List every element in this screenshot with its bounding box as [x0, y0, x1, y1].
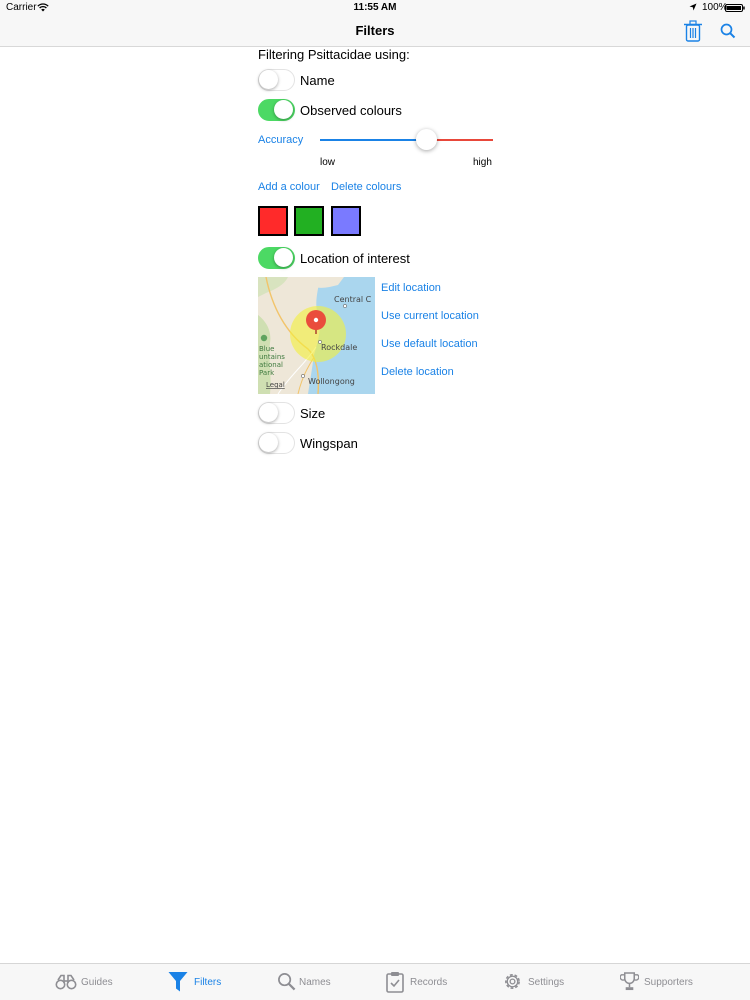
funnel-icon	[168, 972, 188, 992]
delete-location-link[interactable]: Delete location	[381, 366, 454, 378]
wingspan-filter-switch[interactable]	[258, 432, 295, 454]
tab-guides[interactable]: Guides	[55, 973, 125, 995]
accuracy-high-label: high	[473, 157, 492, 168]
tab-label: Supporters	[644, 977, 693, 988]
tab-supporters[interactable]: Supporters	[620, 971, 700, 995]
name-filter-label: Name	[300, 73, 335, 88]
location-arrow-icon	[689, 3, 697, 11]
binoculars-icon	[55, 974, 77, 990]
battery-icon	[725, 4, 745, 12]
map-label-central: Central C	[334, 295, 372, 304]
switch-knob	[259, 433, 278, 452]
tab-label: Guides	[81, 977, 113, 988]
tab-filters[interactable]: Filters	[168, 971, 228, 995]
map-label-park-3: ational	[259, 361, 283, 369]
tab-bar: Guides Filters Names Records Settings Su…	[0, 963, 750, 1000]
size-filter-switch[interactable]	[258, 402, 295, 424]
nav-bar: Filters	[0, 16, 750, 47]
filter-heading: Filtering Psittacidae using:	[258, 47, 410, 62]
switch-knob	[259, 70, 278, 89]
map-label-park-4: Park	[259, 369, 275, 377]
clipboard-icon	[386, 972, 404, 993]
location-map[interactable]: Central C Rockdale Wollongong Blue untai…	[258, 277, 375, 394]
add-colour-link[interactable]: Add a colour	[258, 181, 320, 193]
colours-filter-switch[interactable]	[258, 99, 295, 121]
tab-names[interactable]: Names	[277, 972, 337, 994]
search-icon	[720, 23, 736, 39]
location-filter-toggle-row[interactable]: Location of interest	[258, 247, 498, 271]
accuracy-slider[interactable]	[320, 128, 493, 152]
tab-records[interactable]: Records	[386, 971, 456, 995]
tab-label: Settings	[528, 977, 565, 988]
map-legal-link[interactable]: Legal	[266, 381, 285, 389]
location-filter-label: Location of interest	[300, 251, 410, 266]
name-filter-switch[interactable]	[258, 69, 295, 91]
location-filter-switch[interactable]	[258, 247, 295, 269]
map-label-park-2: untains	[259, 353, 285, 361]
map-label-rockdale: Rockdale	[321, 343, 357, 352]
use-current-location-link[interactable]: Use current location	[381, 310, 479, 322]
page-title: Filters	[355, 23, 395, 38]
colour-swatch-red[interactable]	[258, 206, 288, 236]
trophy-icon	[620, 972, 639, 991]
switch-knob	[259, 403, 278, 422]
gear-icon	[505, 974, 520, 989]
colours-filter-toggle-row[interactable]: Observed colours	[258, 99, 498, 123]
status-time: 11:55 AM	[353, 2, 397, 13]
size-filter-label: Size	[300, 406, 326, 421]
edit-location-link[interactable]: Edit location	[381, 282, 441, 294]
magnifier-icon	[278, 973, 296, 991]
tab-label: Names	[299, 977, 331, 988]
map-label-wollongong: Wollongong	[308, 377, 355, 386]
trash-icon	[684, 20, 702, 42]
accuracy-low-label: low	[320, 157, 336, 168]
search-button[interactable]	[719, 22, 737, 40]
status-battery-percent: 100%	[702, 2, 728, 13]
name-filter-toggle-row[interactable]: Name	[258, 69, 498, 93]
colour-swatch-green[interactable]	[294, 206, 324, 236]
colour-swatch-blue[interactable]	[331, 206, 361, 236]
map-image: Central C Rockdale Wollongong Blue untai…	[258, 277, 375, 394]
accuracy-label: Accuracy	[258, 134, 304, 146]
colours-filter-label: Observed colours	[300, 103, 402, 118]
size-filter-toggle-row[interactable]: Size	[258, 402, 498, 426]
delete-filters-button[interactable]	[683, 20, 703, 42]
switch-knob	[274, 248, 293, 267]
status-bar: Carrier 11:55 AM 100%	[0, 0, 750, 16]
use-default-location-link[interactable]: Use default location	[381, 338, 478, 350]
slider-track-min	[320, 139, 426, 141]
wingspan-filter-toggle-row[interactable]: Wingspan	[258, 432, 498, 456]
switch-knob	[274, 100, 293, 119]
tab-label: Records	[410, 977, 448, 988]
tab-settings[interactable]: Settings	[502, 971, 572, 995]
slider-thumb[interactable]	[415, 129, 437, 150]
map-label-park-1: Blue	[259, 345, 275, 353]
tab-label: Filters	[194, 977, 222, 988]
delete-colours-link[interactable]: Delete colours	[331, 181, 401, 193]
wingspan-filter-label: Wingspan	[300, 436, 358, 451]
